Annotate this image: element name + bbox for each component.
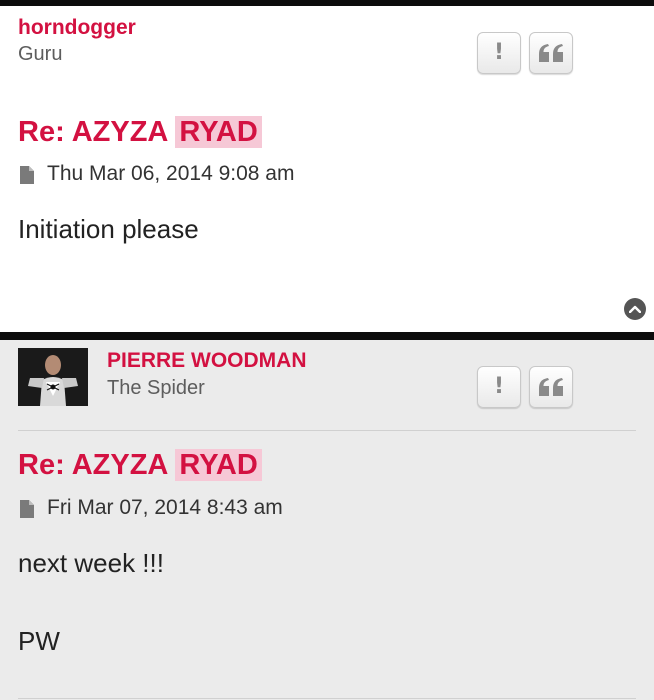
divider [18,430,636,431]
post-title-text: Re: AZYZA [18,449,168,481]
file-icon [20,500,34,518]
post-date: Fri Mar 07, 2014 8:43 am [47,496,283,519]
avatar-image [18,348,88,406]
chevron-up-icon [629,305,641,313]
back-to-top-button[interactable] [624,298,646,320]
post-title-text: Re: AZYZA [18,116,168,148]
post-separator [0,332,654,340]
post-content-line: PW [18,626,60,656]
exclamation-icon: ! [493,374,505,399]
report-button[interactable]: ! [477,32,521,74]
post-title-highlight: RYAD [175,449,262,481]
divider [18,698,636,699]
post: PIERRE WOODMAN The Spider ! Re: AZYZA RY… [0,340,654,700]
post-title[interactable]: Re: AZYZA RYAD [18,114,262,150]
post-author-link[interactable]: PIERRE WOODMAN [107,349,307,373]
quote-button[interactable] [529,366,573,408]
post-author-rank: The Spider [107,377,205,399]
quote-icon [539,44,563,62]
file-icon [20,166,34,184]
post-content-line: Initiation please [18,214,199,244]
post-author-link[interactable]: horndogger [18,16,136,40]
post-title[interactable]: Re: AZYZA RYAD [18,447,262,483]
post-date: Thu Mar 06, 2014 9:08 am [47,162,295,185]
post-title-highlight: RYAD [175,116,262,148]
post: horndogger Guru ! Re: AZYZA RYAD Thu Mar… [0,6,654,332]
quote-button[interactable] [529,32,573,74]
avatar[interactable] [18,348,88,406]
post-content-line: next week !!! [18,548,164,578]
post-author-rank: Guru [18,43,63,65]
exclamation-icon: ! [493,40,505,65]
report-button[interactable]: ! [477,366,521,408]
quote-icon [539,378,563,396]
